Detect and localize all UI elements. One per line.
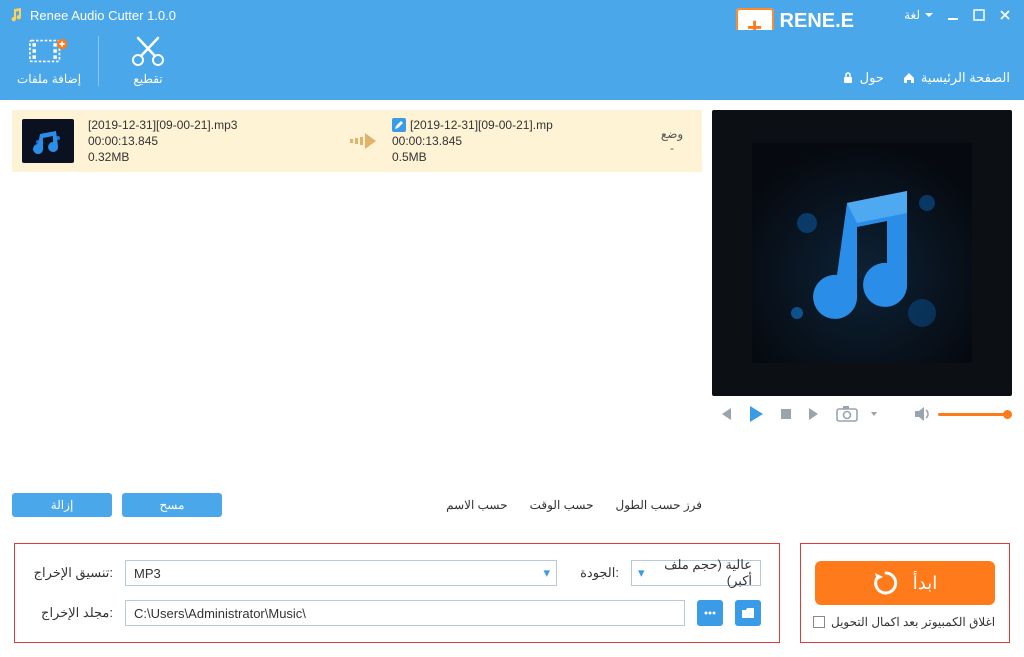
start-button[interactable]: ابدأ bbox=[815, 561, 995, 605]
start-box: ابدأ اغلاق الكمبيوتر بعد اكمال التحويل bbox=[800, 543, 1010, 643]
media-controls bbox=[712, 396, 1012, 424]
main-area: [2019-12-31][09-00-21].mp3 00:00:13.845 … bbox=[0, 100, 1024, 533]
output-size: 0.5MB bbox=[392, 150, 638, 164]
output-duration: 00:00:13.845 bbox=[392, 134, 638, 148]
window-title: Renee Audio Cutter 1.0.0 bbox=[30, 8, 176, 23]
stop-button[interactable] bbox=[778, 406, 794, 422]
input-size: 0.32MB bbox=[88, 150, 334, 164]
preview-panel bbox=[712, 110, 1012, 396]
filmstrip-add-icon bbox=[29, 34, 69, 68]
volume-icon[interactable] bbox=[914, 406, 932, 422]
app-window: Renee Audio Cutter 1.0.0 + RENE.E Labora… bbox=[0, 0, 1024, 657]
sort-by-name[interactable]: حسب الاسم bbox=[446, 498, 507, 512]
about-link[interactable]: حول bbox=[841, 70, 884, 86]
scissors-icon bbox=[128, 34, 168, 68]
music-preview-icon bbox=[752, 143, 972, 363]
shutdown-label: اغلاق الكمبيوتر بعد اكمال التحويل bbox=[831, 615, 995, 629]
file-thumbnail bbox=[22, 119, 74, 163]
lock-icon bbox=[841, 71, 855, 85]
status-header: وضع bbox=[652, 127, 692, 141]
home-icon bbox=[902, 71, 916, 85]
sort-by-length[interactable]: فرز حسب الطول bbox=[616, 498, 702, 512]
browse-folder-button[interactable] bbox=[735, 600, 761, 626]
file-row[interactable]: [2019-12-31][09-00-21].mp3 00:00:13.845 … bbox=[12, 110, 702, 172]
refresh-icon bbox=[873, 570, 899, 596]
arrow-right-icon bbox=[348, 129, 378, 153]
prev-button[interactable] bbox=[716, 405, 734, 423]
quality-label: :الجودة bbox=[569, 565, 619, 581]
folder-label: :مجلد الإخراج bbox=[33, 605, 113, 621]
maximize-button[interactable] bbox=[966, 4, 992, 26]
sort-by-time[interactable]: حسب الوقت bbox=[530, 498, 594, 512]
more-path-button[interactable] bbox=[697, 600, 723, 626]
chevron-down-icon: ▾ bbox=[638, 565, 645, 581]
list-footer: إزالة مسح حسب الاسم حسب الوقت فرز حسب ال… bbox=[12, 487, 702, 527]
format-label: :تنسيق الإخراج bbox=[33, 565, 113, 581]
output-folder-input[interactable]: C:\Users\Administrator\Music\ bbox=[125, 600, 685, 626]
minimize-button[interactable] bbox=[940, 4, 966, 26]
output-settings: :تنسيق الإخراج MP3 ▾ :الجودة عالية (حجم … bbox=[14, 543, 780, 643]
chevron-down-icon: ▾ bbox=[543, 565, 550, 581]
titlebar: Renee Audio Cutter 1.0.0 + RENE.E Labora… bbox=[0, 0, 1024, 30]
toolbar: إضافة ملفات تقطيع حول الصفحة الرئيسية bbox=[0, 30, 1024, 100]
cut-button[interactable]: تقطيع bbox=[113, 34, 183, 86]
add-files-button[interactable]: إضافة ملفات bbox=[14, 34, 84, 86]
clear-button[interactable]: مسح bbox=[122, 493, 222, 517]
app-icon bbox=[8, 7, 24, 23]
bottom-panel: :تنسيق الإخراج MP3 ▾ :الجودة عالية (حجم … bbox=[0, 533, 1024, 657]
format-select[interactable]: MP3 ▾ bbox=[125, 560, 557, 586]
shutdown-checkbox[interactable] bbox=[813, 616, 825, 628]
language-selector[interactable]: لغة bbox=[904, 8, 934, 22]
home-link[interactable]: الصفحة الرئيسية bbox=[902, 70, 1010, 86]
chevron-down-icon[interactable] bbox=[870, 410, 878, 418]
toolbar-separator bbox=[98, 36, 99, 86]
file-list[interactable]: [2019-12-31][09-00-21].mp3 00:00:13.845 … bbox=[12, 110, 702, 487]
edit-name-icon[interactable] bbox=[392, 118, 406, 132]
remove-button[interactable]: إزالة bbox=[12, 493, 112, 517]
status-value: - bbox=[652, 141, 692, 155]
snapshot-button[interactable] bbox=[836, 405, 858, 423]
play-button[interactable] bbox=[746, 404, 766, 424]
quality-select[interactable]: عالية (حجم ملف أكبر) ▾ bbox=[631, 560, 761, 586]
close-button[interactable] bbox=[992, 4, 1018, 26]
volume-slider[interactable] bbox=[938, 413, 1008, 416]
next-button[interactable] bbox=[806, 405, 824, 423]
output-filename: [2019-12-31][09-00-21].mp bbox=[410, 118, 553, 132]
input-duration: 00:00:13.845 bbox=[88, 134, 334, 148]
input-filename: [2019-12-31][09-00-21].mp3 bbox=[88, 118, 334, 132]
